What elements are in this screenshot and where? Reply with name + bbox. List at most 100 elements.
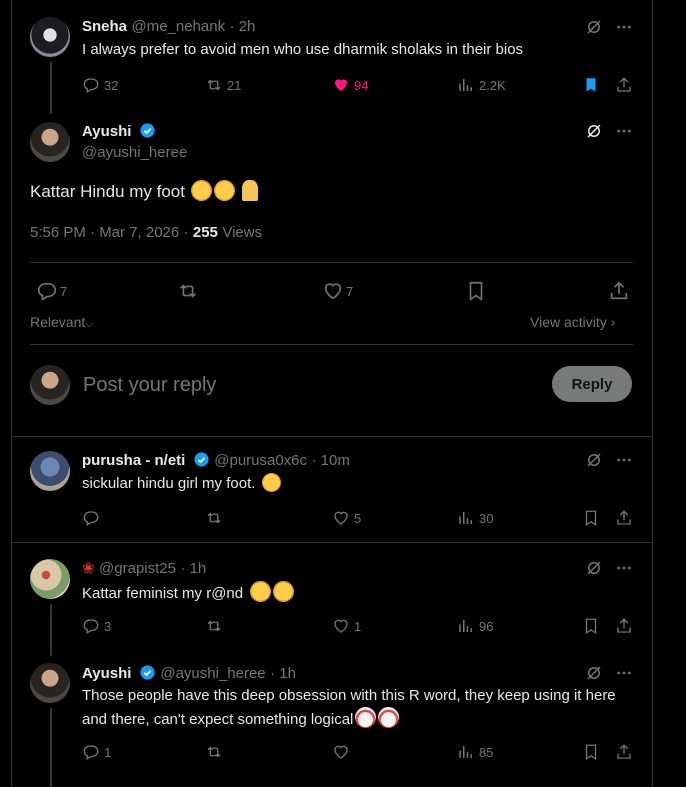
author-handle[interactable]: @grapist25 <box>99 560 176 577</box>
bookmark-icon[interactable] <box>582 76 600 94</box>
bookmark-icon[interactable] <box>582 509 600 527</box>
sort-relevant[interactable]: Relevant⌵ <box>30 314 94 331</box>
tweet-time[interactable]: · 2h <box>230 18 256 35</box>
reply-count: 7 <box>60 283 68 299</box>
like-action[interactable]: 94 <box>332 76 368 94</box>
like-action[interactable]: 1 <box>332 617 361 635</box>
laughing-emoji-icon <box>249 581 271 602</box>
grok-icon[interactable] <box>585 451 603 469</box>
author-handle[interactable]: @ayushi_heree <box>160 665 265 682</box>
retweet-icon[interactable] <box>205 509 223 527</box>
share-icon[interactable] <box>615 617 633 635</box>
verified-badge-icon <box>140 665 155 680</box>
share-icon[interactable] <box>615 76 633 94</box>
share-icon[interactable] <box>608 280 630 302</box>
heart-icon <box>324 283 342 300</box>
tweet-meta: 5:56 PM · Mar 7, 2026 · 255 Views <box>30 224 262 242</box>
composer-avatar <box>30 365 70 405</box>
author-handle[interactable]: @me_nehank <box>131 18 225 35</box>
tweet-timestamp[interactable]: 5:56 PM · Mar 7, 2026 · <box>30 224 188 241</box>
avatar[interactable] <box>30 559 70 599</box>
views-action[interactable]: 96 <box>457 617 493 635</box>
tweet-text: Kattar feminist my r@nd <box>82 585 244 602</box>
tweet-text: Those people have this deep obsession wi… <box>82 687 616 728</box>
avatar[interactable] <box>30 451 70 491</box>
views-action[interactable]: 30 <box>457 509 493 527</box>
reply-action[interactable]: 32 <box>82 76 118 94</box>
view-activity-link[interactable]: View activity › <box>530 314 615 330</box>
views-icon <box>459 746 472 758</box>
reply-icon <box>83 619 99 634</box>
chevron-right-icon: › <box>610 314 616 330</box>
tweet-time[interactable]: · 1h <box>180 560 206 577</box>
reply-action[interactable]: 1 <box>82 743 111 761</box>
author-name[interactable]: Ayushi <box>82 665 131 682</box>
tweet-body: Kattar feminist my r@nd <box>82 581 294 604</box>
more-icon[interactable] <box>615 122 633 140</box>
retweet-icon[interactable] <box>205 743 223 761</box>
grok-icon[interactable] <box>585 122 603 140</box>
author-handle[interactable]: @purusa0x6c <box>214 452 307 469</box>
tweet-body: Those people have this deep obsession wi… <box>82 685 638 731</box>
reply-button[interactable]: Reply <box>552 366 632 402</box>
reply-action[interactable]: 7 <box>36 280 67 302</box>
views-count: 30 <box>479 510 494 526</box>
views-icon <box>459 512 472 524</box>
reply-icon <box>37 282 57 301</box>
like-count: 94 <box>354 77 369 93</box>
author-name[interactable]: Sneha <box>82 18 127 35</box>
maple-leaf-icon: ❀ <box>82 560 95 577</box>
like-count: 5 <box>354 510 362 526</box>
grok-icon[interactable] <box>585 559 603 577</box>
retweet-icon[interactable] <box>205 617 223 635</box>
like-action[interactable]: 5 <box>332 509 361 527</box>
heart-icon[interactable] <box>332 743 350 761</box>
thread-connector <box>50 708 52 787</box>
share-icon[interactable] <box>615 509 633 527</box>
tweet-header: purusha - n/eti @purusa0x6c · 10m <box>82 451 350 470</box>
retweet-action[interactable]: 21 <box>205 76 241 94</box>
chevron-down-icon: ⌵ <box>85 318 94 330</box>
views-count: 85 <box>479 744 494 760</box>
tweet-header: ❀ @grapist25 · 1h <box>82 559 206 578</box>
heart-icon <box>334 511 348 525</box>
retweet-icon[interactable] <box>177 280 199 302</box>
views-count: 96 <box>479 618 494 634</box>
reply-icon <box>83 78 99 93</box>
avatar[interactable] <box>30 663 70 703</box>
views-action[interactable]: 2.2K <box>457 76 506 94</box>
more-icon[interactable] <box>615 559 633 577</box>
bookmark-icon[interactable] <box>582 617 600 635</box>
bookmark-icon[interactable] <box>465 280 487 302</box>
clown-emoji-icon <box>355 707 377 728</box>
main-tweet-text: Kattar Hindu my foot <box>30 180 258 202</box>
share-icon[interactable] <box>615 743 633 761</box>
divider <box>30 344 633 345</box>
more-icon[interactable] <box>615 451 633 469</box>
more-icon[interactable] <box>615 18 633 36</box>
grok-icon[interactable] <box>585 664 603 682</box>
bookmark-icon[interactable] <box>582 743 600 761</box>
avatar[interactable] <box>30 122 70 162</box>
tweet-body: sickular hindu girl my foot. <box>82 473 281 494</box>
reply-count: 32 <box>104 77 119 93</box>
views-icon <box>459 620 472 632</box>
more-icon[interactable] <box>615 664 633 682</box>
tweet-time[interactable]: · 10m <box>311 452 349 469</box>
author-name[interactable]: Ayushi <box>82 123 131 140</box>
author-handle[interactable]: @ayushi_heree <box>82 144 187 161</box>
avatar[interactable] <box>30 17 70 57</box>
view-activity-label: View activity <box>530 314 607 330</box>
divider <box>12 436 652 437</box>
reply-icon[interactable] <box>82 509 100 527</box>
tweet-time[interactable]: · 1h <box>270 665 296 682</box>
like-action[interactable]: 7 <box>322 280 353 302</box>
tweet-text: sickular hindu girl my foot. <box>82 475 256 492</box>
reply-action[interactable]: 3 <box>82 617 111 635</box>
reply-input[interactable]: Post your reply <box>83 374 216 397</box>
crying-emoji-icon <box>214 180 236 201</box>
grok-icon[interactable] <box>585 18 603 36</box>
views-action[interactable]: 85 <box>457 743 493 761</box>
tweet-header: Sneha @me_nehank · 2h <box>82 18 255 36</box>
author-name[interactable]: purusha - n/eti <box>82 452 185 469</box>
